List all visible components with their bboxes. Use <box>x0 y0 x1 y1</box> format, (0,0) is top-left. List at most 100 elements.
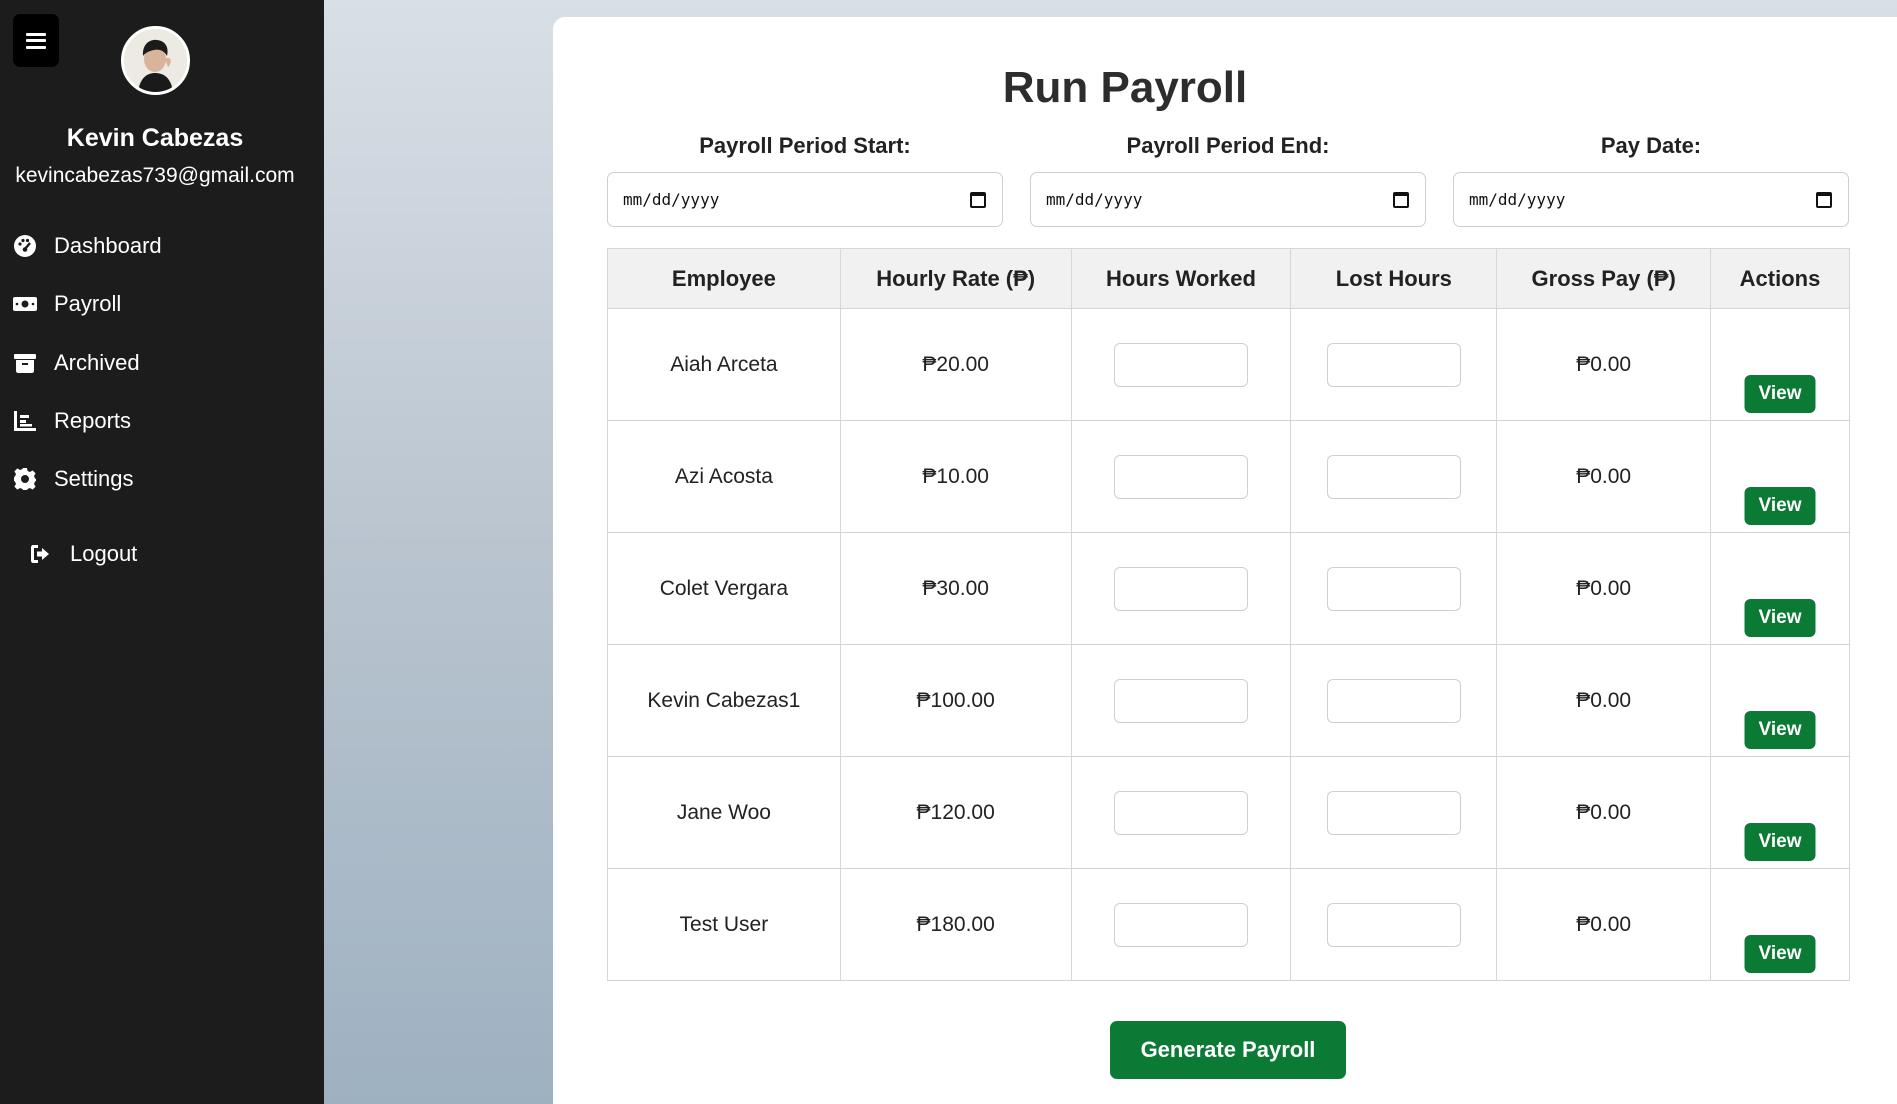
header-actions: Actions <box>1710 248 1850 309</box>
pay-date-group: Pay Date: mm/dd/yyyy <box>1453 133 1849 227</box>
gross-pay: ₱0.00 <box>1496 756 1712 869</box>
payroll-card: Run Payroll Payroll Period Start: mm/dd/… <box>553 17 1897 1104</box>
hours-worked-input[interactable] <box>1113 678 1248 723</box>
table-row: Aiah Arceta ₱20.00 ₱0.00 View <box>607 308 1850 421</box>
gross-pay: ₱0.00 <box>1496 308 1712 421</box>
period-start-input[interactable]: mm/dd/yyyy <box>607 172 1003 227</box>
lost-hours-cell <box>1290 532 1498 645</box>
view-button[interactable]: View <box>1744 599 1816 637</box>
employee-name: Colet Vergara <box>607 532 841 645</box>
menu-toggle-button[interactable] <box>13 14 59 67</box>
lost-hours-input[interactable] <box>1326 566 1461 611</box>
employee-name: Azi Acosta <box>607 420 841 533</box>
lost-hours-cell <box>1290 868 1498 981</box>
lost-hours-input[interactable] <box>1326 454 1461 499</box>
hourly-rate: ₱20.00 <box>839 308 1072 421</box>
period-end-group: Payroll Period End: mm/dd/yyyy <box>1030 133 1426 227</box>
pay-date-placeholder: mm/dd/yyyy <box>1469 190 1566 209</box>
hours-worked-input[interactable] <box>1113 566 1248 611</box>
view-button[interactable]: View <box>1744 823 1816 861</box>
actions-cell: View <box>1710 532 1850 645</box>
table-header-row: Employee Hourly Rate (₱) Hours Worked Lo… <box>607 248 1850 309</box>
sidebar-item-label: Archived <box>54 350 140 375</box>
sidebar-item-payroll[interactable]: Payroll <box>12 284 121 324</box>
page-title: Run Payroll <box>1002 63 1248 112</box>
hours-worked-input[interactable] <box>1113 790 1248 835</box>
actions-cell: View <box>1710 868 1850 981</box>
sidebar-item-reports[interactable]: Reports <box>12 401 131 441</box>
sidebar-item-dashboard[interactable]: Dashboard <box>12 226 162 266</box>
hourly-rate: ₱100.00 <box>839 644 1072 757</box>
sidebar-item-logout[interactable]: Logout <box>28 534 137 574</box>
lost-hours-cell <box>1290 420 1498 533</box>
sidebar-item-archived[interactable]: Archived <box>12 343 140 383</box>
hours-worked-input[interactable] <box>1113 454 1248 499</box>
generate-payroll-button[interactable]: Generate Payroll <box>1110 1021 1346 1079</box>
sidebar: Kevin Cabezas kevincabezas739@gmail.com … <box>0 0 324 1104</box>
lost-hours-input[interactable] <box>1326 678 1461 723</box>
period-start-group: Payroll Period Start: mm/dd/yyyy <box>607 133 1003 227</box>
lost-hours-input[interactable] <box>1326 902 1461 947</box>
table-row: Jane Woo ₱120.00 ₱0.00 View <box>607 756 1850 869</box>
hourly-rate: ₱10.00 <box>839 420 1072 533</box>
calendar-icon[interactable] <box>1393 191 1409 208</box>
hours-worked-cell <box>1070 532 1292 645</box>
sidebar-item-settings[interactable]: Settings <box>12 459 134 499</box>
table-row: Kevin Cabezas1 ₱100.00 ₱0.00 View <box>607 644 1850 757</box>
table-row: Azi Acosta ₱10.00 ₱0.00 View <box>607 420 1850 533</box>
period-end-input[interactable]: mm/dd/yyyy <box>1030 172 1426 227</box>
profile-name: Kevin Cabezas <box>66 124 244 152</box>
header-lost-hours: Lost Hours <box>1290 248 1498 309</box>
bar-chart-icon <box>12 408 38 434</box>
hourly-rate: ₱180.00 <box>839 868 1072 981</box>
sidebar-item-label: Logout <box>70 541 138 566</box>
hours-worked-cell <box>1070 420 1292 533</box>
lost-hours-input[interactable] <box>1326 790 1461 835</box>
pay-date-input[interactable]: mm/dd/yyyy <box>1453 172 1849 227</box>
dashboard-gauge-icon <box>12 233 38 259</box>
period-start-label: Payroll Period Start: <box>699 133 911 158</box>
employee-name: Test User <box>607 868 841 981</box>
money-bill-icon <box>12 291 38 317</box>
calendar-icon[interactable] <box>1816 191 1832 208</box>
table-row: Test User ₱180.00 ₱0.00 View <box>607 868 1850 981</box>
actions-cell: View <box>1710 420 1850 533</box>
employee-name: Kevin Cabezas1 <box>607 644 841 757</box>
table-row: Colet Vergara ₱30.00 ₱0.00 View <box>607 532 1850 645</box>
lost-hours-input[interactable] <box>1326 342 1461 387</box>
gear-icon <box>12 466 38 492</box>
sidebar-item-label: Reports <box>54 408 132 433</box>
view-button[interactable]: View <box>1744 935 1816 973</box>
profile-email: kevincabezas739@gmail.com <box>15 164 295 187</box>
sidebar-item-label: Payroll <box>54 291 122 316</box>
header-employee: Employee <box>607 248 841 309</box>
hours-worked-input[interactable] <box>1113 342 1248 387</box>
view-button[interactable]: View <box>1744 375 1816 413</box>
hourly-rate: ₱30.00 <box>839 532 1072 645</box>
gross-pay: ₱0.00 <box>1496 532 1712 645</box>
sidebar-item-label: Settings <box>54 466 134 491</box>
lost-hours-cell <box>1290 644 1498 757</box>
actions-cell: View <box>1710 308 1850 421</box>
view-button[interactable]: View <box>1744 487 1816 525</box>
hamburger-icon <box>26 32 46 49</box>
hours-worked-input[interactable] <box>1113 902 1248 947</box>
logout-icon <box>28 541 54 567</box>
pay-date-label: Pay Date: <box>1600 133 1702 158</box>
payroll-table: Employee Hourly Rate (₱) Hours Worked Lo… <box>607 248 1850 981</box>
calendar-icon[interactable] <box>970 191 986 208</box>
header-hours-worked: Hours Worked <box>1070 248 1292 309</box>
period-end-label: Payroll Period End: <box>1126 133 1330 158</box>
gross-pay: ₱0.00 <box>1496 644 1712 757</box>
employee-name: Aiah Arceta <box>607 308 841 421</box>
actions-cell: View <box>1710 644 1850 757</box>
period-start-placeholder: mm/dd/yyyy <box>623 190 720 209</box>
lost-hours-cell <box>1290 756 1498 869</box>
view-button[interactable]: View <box>1744 711 1816 749</box>
period-end-placeholder: mm/dd/yyyy <box>1046 190 1143 209</box>
hourly-rate: ₱120.00 <box>839 756 1072 869</box>
actions-cell: View <box>1710 756 1850 869</box>
employee-name: Jane Woo <box>607 756 841 869</box>
hours-worked-cell <box>1070 644 1292 757</box>
avatar <box>121 26 190 95</box>
